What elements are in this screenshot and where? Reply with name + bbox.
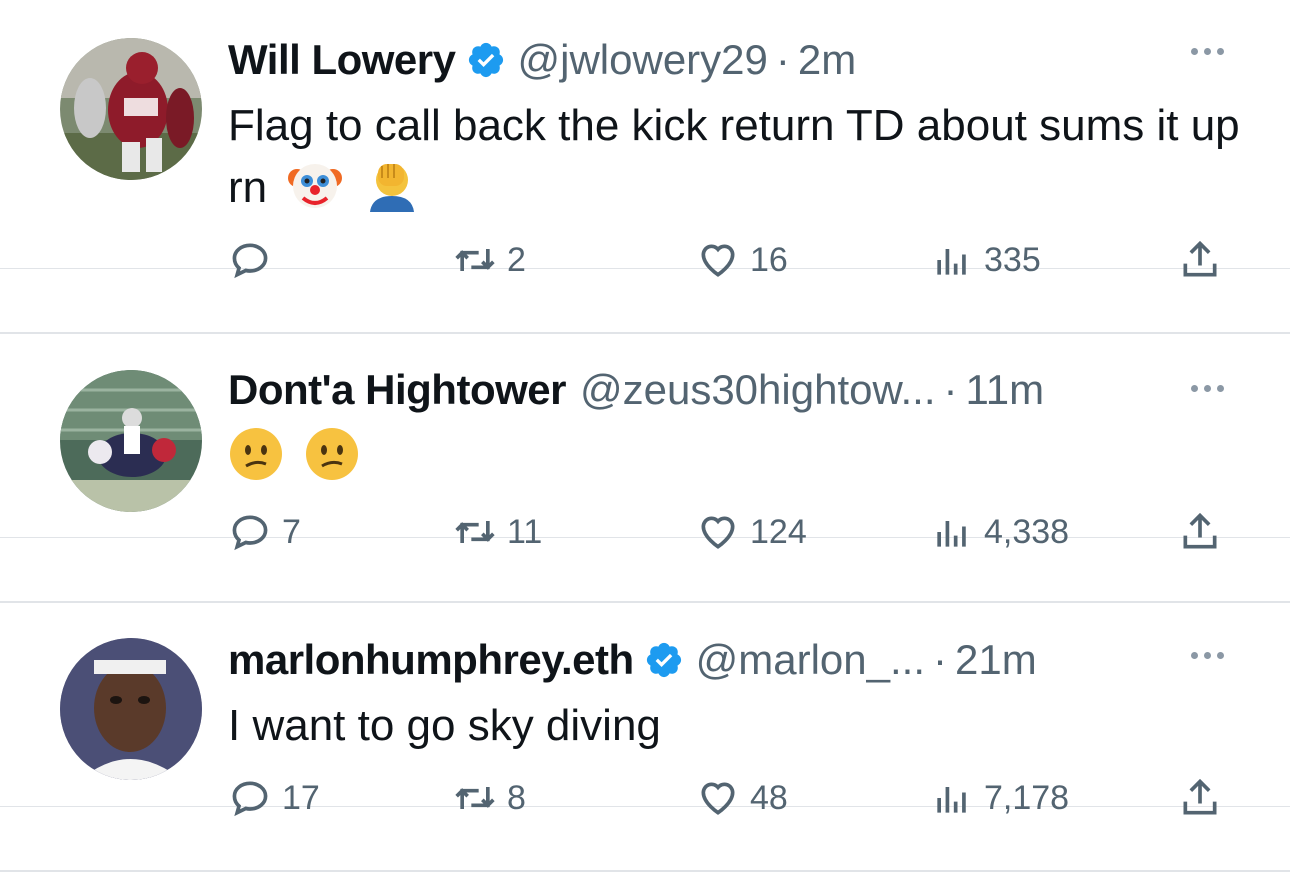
share-button[interactable] (1178, 510, 1222, 554)
views-chart-icon (937, 249, 966, 275)
share-button[interactable] (1178, 776, 1222, 820)
retweet-icon (455, 521, 495, 543)
tweet-actions: 7 11 124 4,338 (228, 510, 1228, 570)
share-button[interactable] (1178, 238, 1222, 282)
views-chart-icon (937, 787, 966, 813)
verified-badge-icon (468, 42, 503, 78)
tweet-text: Flag to call back the kick return TD abo… (228, 96, 1248, 218)
more-options-icon[interactable] (1191, 652, 1224, 659)
reply-icon (232, 243, 268, 279)
like-count: 48 (750, 778, 788, 817)
user-handle[interactable]: @zeus30hightow... (580, 366, 936, 414)
separator-dot: · (775, 36, 790, 83)
heart-icon (701, 782, 735, 815)
display-name[interactable]: Will Lowery (228, 36, 456, 84)
reply-count: 7 (282, 512, 301, 551)
retweet-icon (455, 787, 495, 809)
like-button[interactable]: 48 (696, 776, 788, 820)
avatar[interactable] (60, 370, 202, 512)
retweet-icon (455, 249, 495, 271)
avatar[interactable] (60, 38, 202, 180)
like-count: 16 (750, 240, 788, 279)
tweet-actions: 17 8 48 7,178 (228, 776, 1228, 836)
user-handle[interactable]: @marlon_... (696, 636, 925, 684)
tweet-text: I want to go sky diving (228, 696, 1248, 756)
confused-face-emoji (306, 428, 359, 480)
display-name[interactable]: Dont'a Hightower (228, 366, 566, 414)
reply-button[interactable]: 7 (228, 510, 301, 554)
share-icon (1183, 778, 1217, 815)
tweet-header: Will Lowery @jwlowery29 · 2m (228, 28, 856, 92)
views-button[interactable]: 335 (930, 238, 1041, 282)
views-button[interactable]: 4,338 (930, 510, 1069, 554)
reply-icon (232, 515, 268, 551)
reply-button[interactable]: 17 (228, 776, 320, 820)
user-handle[interactable]: @jwlowery29 (518, 36, 768, 84)
reply-icon (232, 781, 268, 817)
retweet-count: 8 (507, 778, 526, 817)
retweet-button[interactable]: 8 (453, 776, 526, 820)
separator-dot: · (933, 636, 947, 683)
like-button[interactable]: 16 (696, 238, 788, 282)
tweet-2[interactable]: Dont'a Hightower @zeus30hightow... · 11m… (0, 269, 1290, 551)
tweet-divider (0, 601, 1290, 603)
share-icon (1183, 240, 1217, 277)
tweet-actions: 2 16 335 (228, 238, 1228, 298)
retweet-count: 2 (507, 240, 526, 279)
tweet-text-content: I want to go sky diving (228, 701, 661, 750)
tweet-divider (0, 332, 1290, 334)
timestamp[interactable]: 21m (955, 636, 1037, 684)
separator-dot: · (943, 366, 958, 413)
timestamp[interactable]: 2m (798, 36, 856, 84)
retweet-button[interactable]: 11 (453, 510, 542, 554)
confused-face-emoji (230, 428, 282, 480)
avatar[interactable] (60, 638, 202, 780)
display-name[interactable]: marlonhumphrey.eth (228, 636, 634, 684)
reply-count: 17 (282, 778, 320, 817)
timestamp[interactable]: 11m (966, 366, 1045, 414)
reply-button[interactable] (228, 238, 282, 282)
view-count: 4,338 (984, 512, 1070, 551)
views-button[interactable]: 7,178 (930, 776, 1069, 820)
retweet-button[interactable]: 2 (453, 238, 526, 282)
tweet-divider (0, 870, 1290, 872)
verified-badge-icon (646, 642, 681, 678)
more-options-icon[interactable] (1191, 385, 1224, 392)
retweet-count: 11 (507, 512, 543, 551)
views-chart-icon (937, 521, 966, 547)
tweet-header: marlonhumphrey.eth @marlon_... · 21m (228, 628, 1037, 692)
view-count: 335 (984, 240, 1041, 279)
like-count: 124 (750, 512, 807, 551)
view-count: 7,178 (984, 778, 1070, 817)
tweet-text (228, 426, 1248, 488)
more-options-icon[interactable] (1191, 48, 1224, 55)
clown-face-emoji (288, 164, 343, 208)
share-icon (1183, 512, 1217, 549)
face-palm-emoji (369, 164, 414, 212)
heart-icon (701, 516, 735, 549)
heart-icon (701, 244, 735, 277)
tweet-3[interactable]: marlonhumphrey.eth @marlon_... · 21m I w… (0, 538, 1290, 817)
like-button[interactable]: 124 (696, 510, 807, 554)
tweet-1[interactable]: Will Lowery @jwlowery29 · 2m Flag to cal… (0, 0, 1290, 279)
tweet-header: Dont'a Hightower @zeus30hightow... · 11m (228, 358, 1044, 422)
